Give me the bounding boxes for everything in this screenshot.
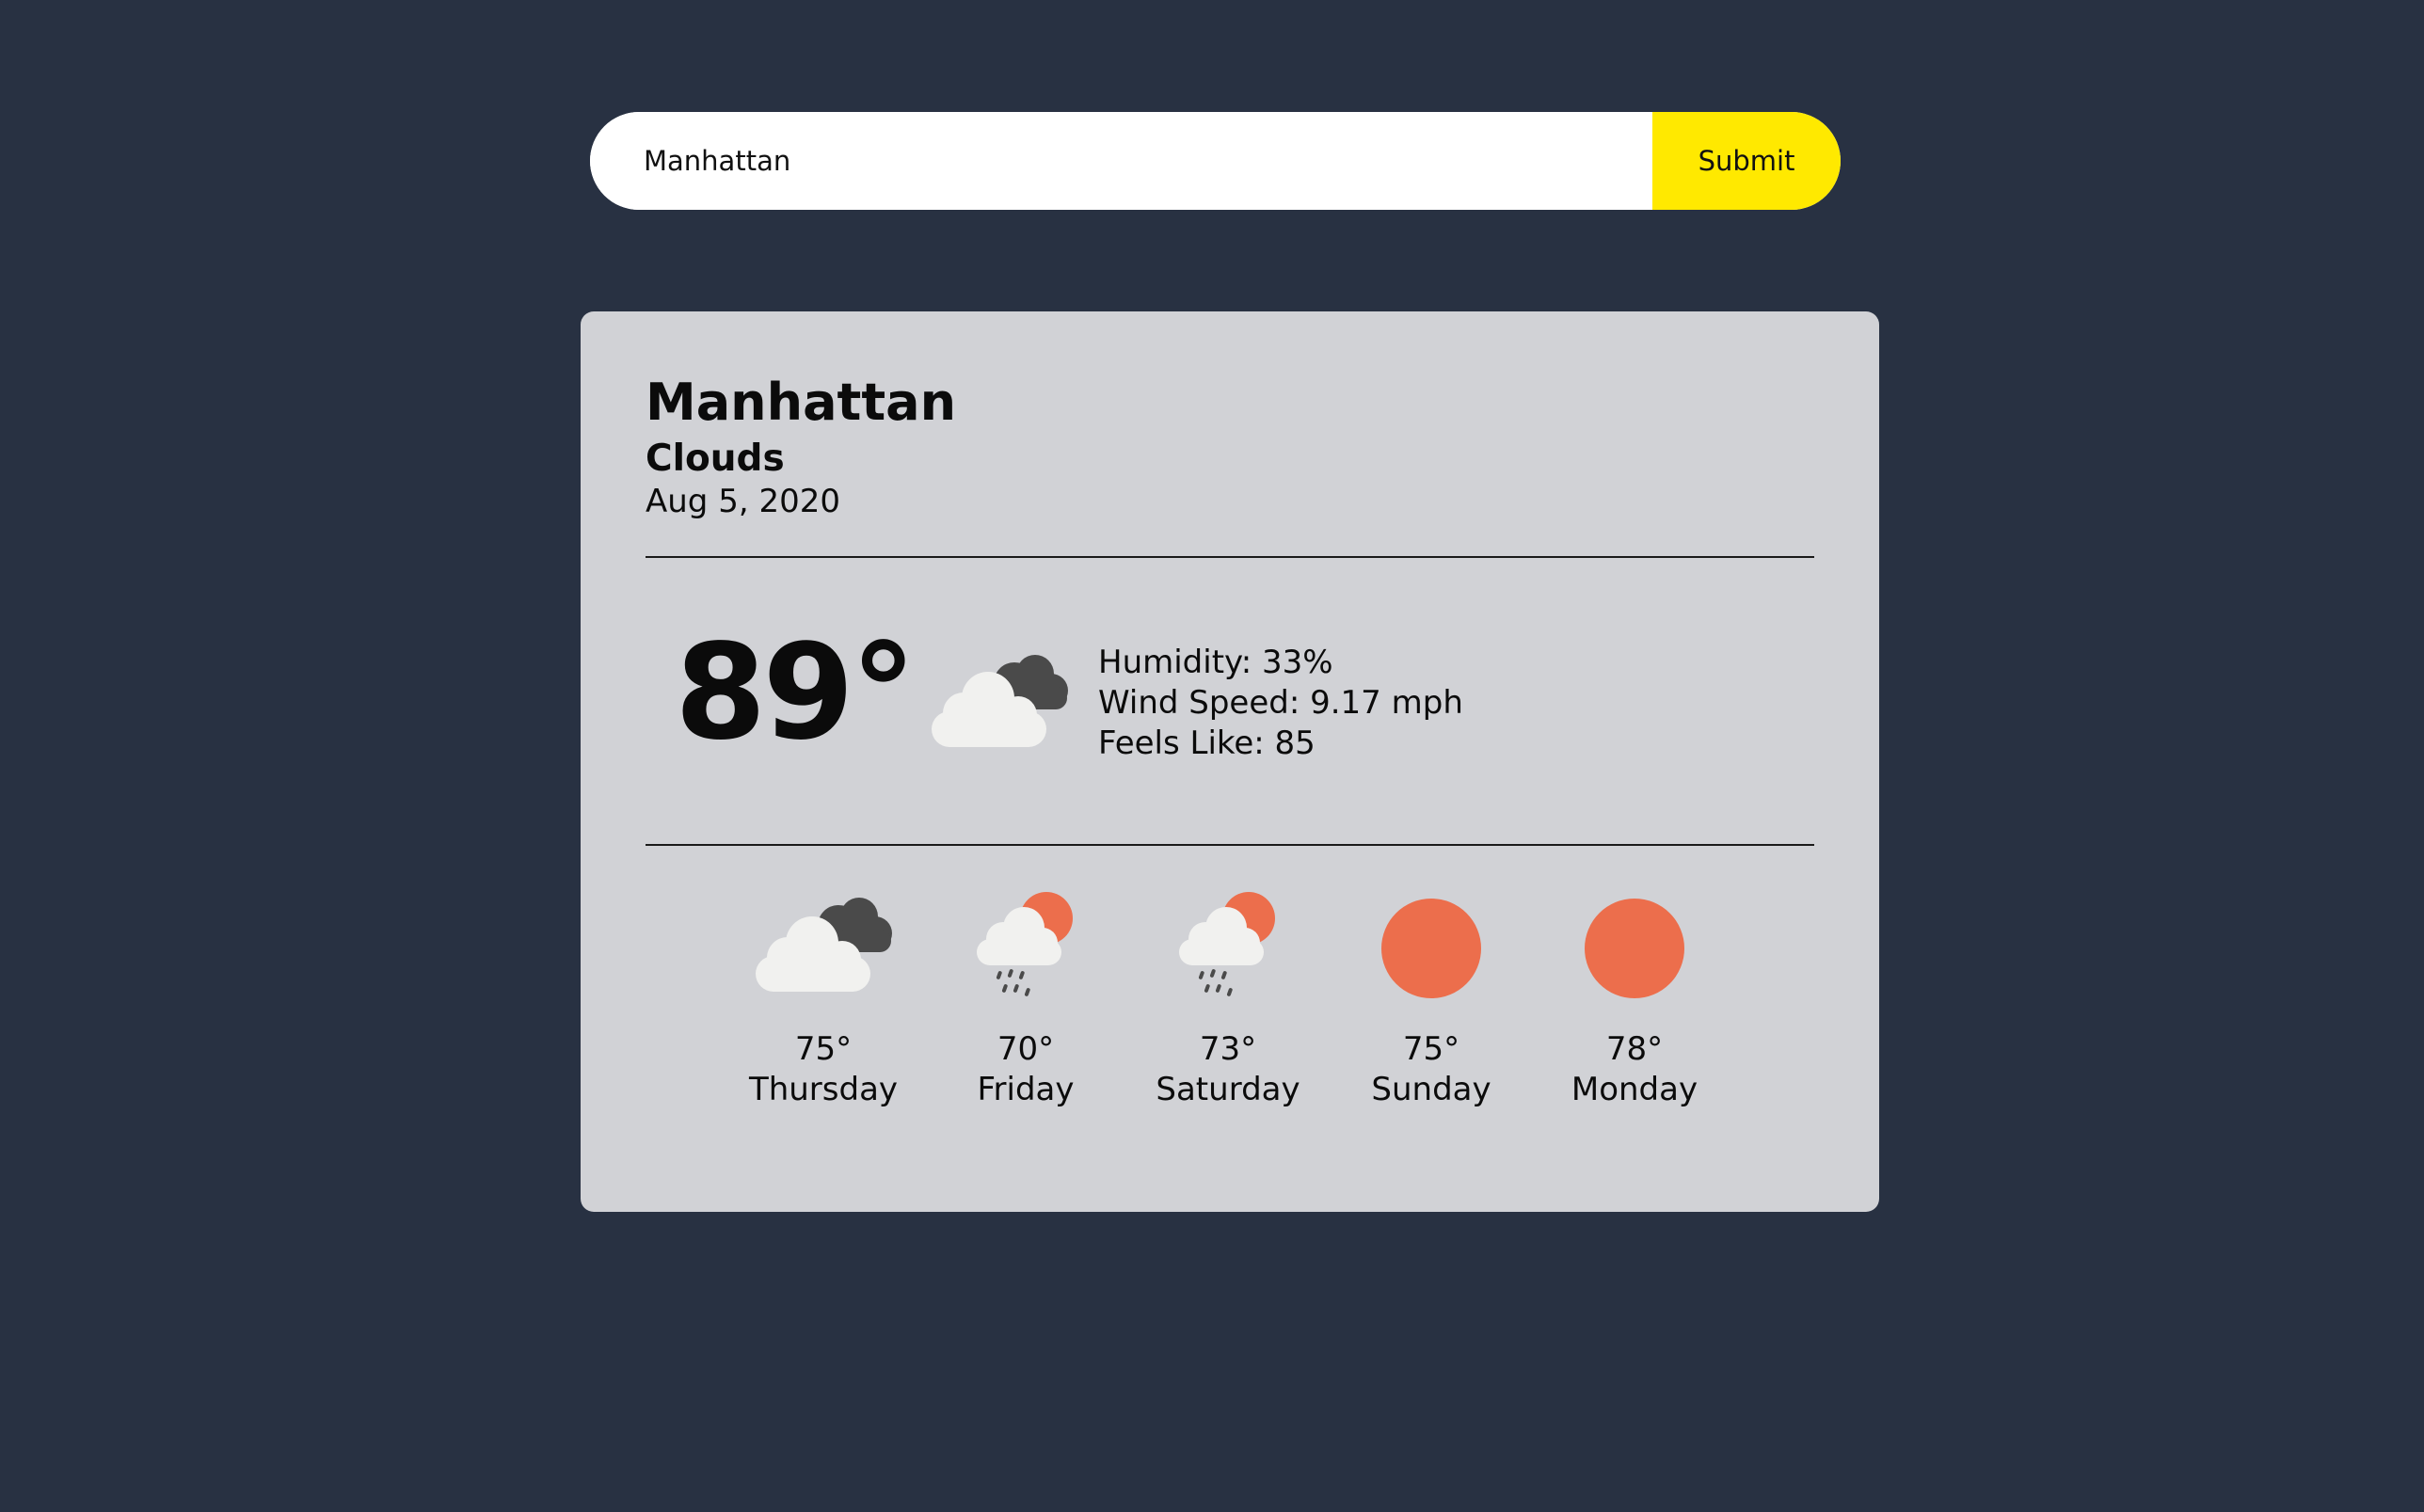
condition-text: Clouds xyxy=(646,438,785,480)
forecast-day-name: Saturday xyxy=(1156,1071,1300,1108)
forecast-temp: 70° xyxy=(997,1030,1055,1068)
forecast-day: 78° Monday xyxy=(1540,890,1729,1110)
sun-icon xyxy=(1381,899,1481,998)
humidity-text: Humidity: 33% xyxy=(1098,644,1333,681)
forecast-temp: 75° xyxy=(1402,1030,1460,1068)
forecast-temp: 75° xyxy=(794,1030,853,1068)
location-name: Manhattan xyxy=(646,373,957,432)
sun-icon xyxy=(1585,899,1684,998)
wind-speed-text: Wind Speed: 9.17 mph xyxy=(1098,684,1463,722)
forecast-temp: 73° xyxy=(1199,1030,1257,1068)
current-temperature: 89° xyxy=(675,616,917,770)
submit-button[interactable]: Submit xyxy=(1652,112,1841,210)
forecast-day-name: Thursday xyxy=(748,1071,899,1108)
rain-sun-icon xyxy=(1179,892,1275,996)
date-text: Aug 5, 2020 xyxy=(646,483,840,520)
rain-sun-icon xyxy=(977,892,1073,996)
search-input[interactable] xyxy=(590,112,1652,210)
feels-like-text: Feels Like: 85 xyxy=(1098,724,1316,762)
forecast-day: 73° Saturday xyxy=(1134,890,1322,1110)
forecast-day-name: Friday xyxy=(977,1071,1075,1108)
search-bar: Submit xyxy=(590,112,1841,210)
divider-bottom xyxy=(646,844,1814,846)
divider-top xyxy=(646,556,1814,558)
forecast: 75° Thursday 70° Friday 73° Saturday 75°… xyxy=(581,890,1879,1172)
forecast-day-name: Sunday xyxy=(1371,1071,1491,1108)
clouds-icon xyxy=(756,898,892,992)
forecast-day-name: Monday xyxy=(1571,1071,1698,1108)
weather-card: Manhattan Clouds Aug 5, 2020 89° Humidit… xyxy=(581,311,1879,1212)
forecast-day: 75° Thursday xyxy=(729,890,917,1110)
forecast-day: 70° Friday xyxy=(932,890,1120,1110)
clouds-icon xyxy=(932,655,1068,747)
forecast-day: 75° Sunday xyxy=(1337,890,1525,1110)
weather-details: Humidity: 33% Wind Speed: 9.17 mph Feels… xyxy=(1098,643,1463,764)
forecast-temp: 78° xyxy=(1605,1030,1664,1068)
